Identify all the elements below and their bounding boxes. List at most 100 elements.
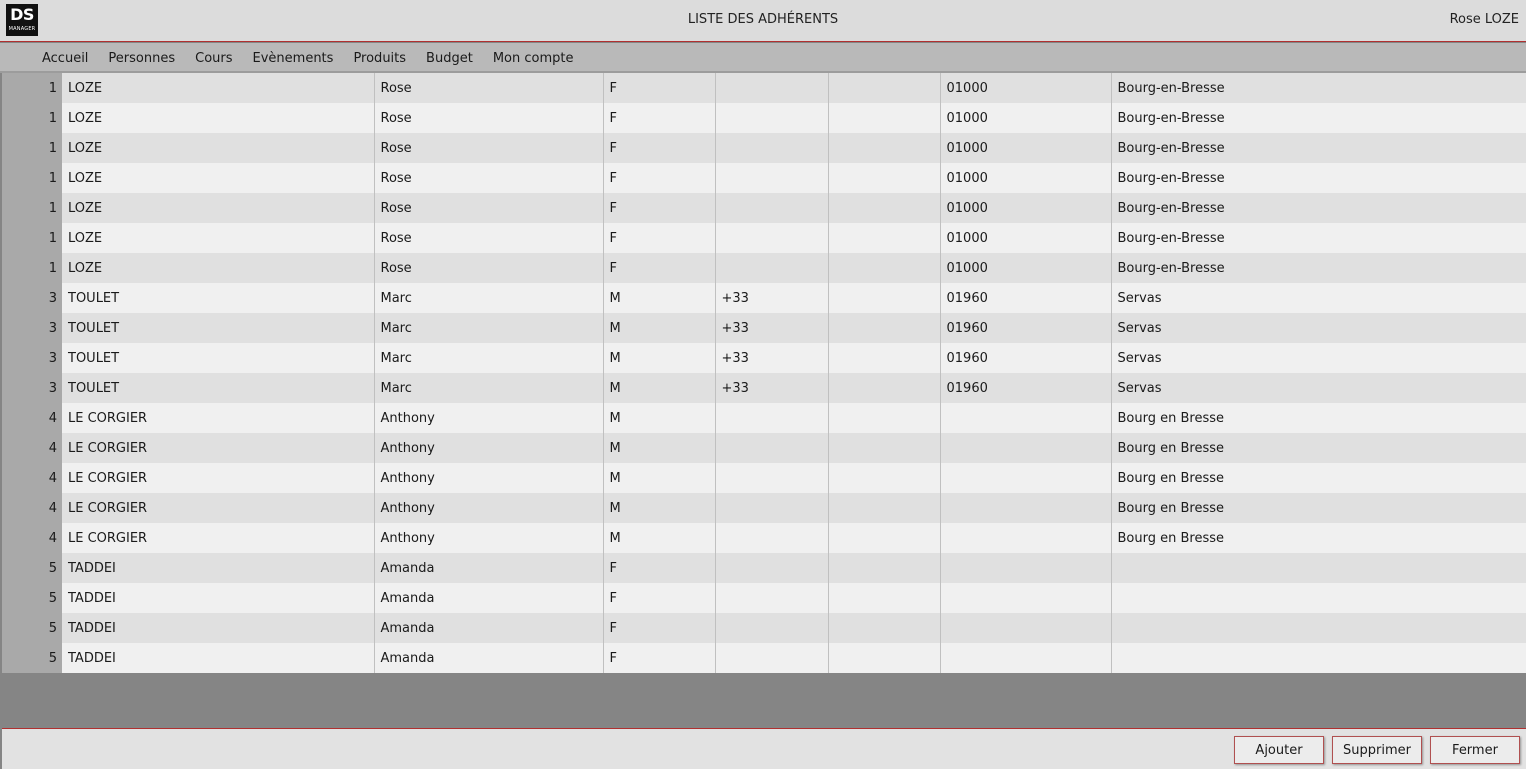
- cell-nom: LE CORGIER: [62, 493, 375, 523]
- table-row[interactable]: 4 LE CORGIER Anthony M Bourg en Bresse: [2, 523, 1526, 553]
- cell-nom: TOULET: [62, 343, 375, 373]
- table-row[interactable]: 1 LOZE Rose F 01000 Bourg-en-Bresse: [2, 163, 1526, 193]
- cell-sexe: M: [603, 403, 716, 433]
- cell-portable: [828, 163, 941, 193]
- cell-sexe: F: [603, 133, 716, 163]
- members-table: 1 LOZE Rose F 01000 Bourg-en-Bresse 1 LOZE Rose F…: [2, 73, 1526, 673]
- cell-ville: Servas: [1111, 283, 1526, 313]
- cell-nom: LOZE: [62, 253, 375, 283]
- cell-telephone: [715, 493, 829, 523]
- cell-code-postal: [940, 553, 1112, 583]
- table-row[interactable]: 5 TADDEI Amanda F: [2, 613, 1526, 643]
- cell-ville: [1111, 613, 1526, 643]
- nav-item-mon-compte[interactable]: Mon compte: [493, 51, 574, 66]
- delete-button[interactable]: Supprimer: [1332, 736, 1422, 764]
- nav-item-personnes[interactable]: Personnes: [108, 51, 175, 66]
- cell-code-postal: 01000: [940, 163, 1112, 193]
- cell-prenom: Marc: [374, 313, 604, 343]
- cell-portable: [828, 433, 941, 463]
- nav-item-evenements[interactable]: Evènements: [253, 51, 334, 66]
- cell-ville: Servas: [1111, 343, 1526, 373]
- cell-sexe: F: [603, 583, 716, 613]
- cell-prenom: Anthony: [374, 403, 604, 433]
- table-row[interactable]: 3 TOULET Marc M +33 01960 Servas: [2, 283, 1526, 313]
- cell-code-postal: 01000: [940, 133, 1112, 163]
- table-row[interactable]: 1 LOZE Rose F 01000 Bourg-en-Bresse: [2, 103, 1526, 133]
- cell-portable: [828, 103, 941, 133]
- cell-id: 4: [2, 493, 62, 523]
- cell-telephone: +33: [715, 343, 829, 373]
- table-row[interactable]: 1 LOZE Rose F 01000 Bourg-en-Bresse: [2, 223, 1526, 253]
- cell-nom: LE CORGIER: [62, 403, 375, 433]
- table-row[interactable]: 1 LOZE Rose F 01000 Bourg-en-Bresse: [2, 253, 1526, 283]
- table-row[interactable]: 3 TOULET Marc M +33 01960 Servas: [2, 313, 1526, 343]
- cell-prenom: Marc: [374, 283, 604, 313]
- cell-nom: TOULET: [62, 283, 375, 313]
- cell-prenom: Rose: [374, 253, 604, 283]
- cell-ville: [1111, 553, 1526, 583]
- cell-code-postal: 01960: [940, 313, 1112, 343]
- nav-item-accueil[interactable]: Accueil: [42, 51, 88, 66]
- cell-portable: [828, 223, 941, 253]
- cell-code-postal: 01000: [940, 73, 1112, 103]
- table-row[interactable]: 1 LOZE Rose F 01000 Bourg-en-Bresse: [2, 133, 1526, 163]
- cell-ville: Bourg-en-Bresse: [1111, 253, 1526, 283]
- cell-ville: [1111, 643, 1526, 673]
- table-row[interactable]: 1 LOZE Rose F 01000 Bourg-en-Bresse: [2, 73, 1526, 103]
- cell-sexe: F: [603, 223, 716, 253]
- cell-id: 5: [2, 583, 62, 613]
- cell-nom: LE CORGIER: [62, 433, 375, 463]
- nav-item-cours[interactable]: Cours: [195, 51, 232, 66]
- cell-code-postal: 01960: [940, 373, 1112, 403]
- cell-ville: Bourg en Bresse: [1111, 463, 1526, 493]
- cell-ville: Bourg-en-Bresse: [1111, 223, 1526, 253]
- cell-prenom: Anthony: [374, 523, 604, 553]
- cell-nom: TADDEI: [62, 643, 375, 673]
- cell-prenom: Amanda: [374, 553, 604, 583]
- cell-portable: [828, 553, 941, 583]
- table-row[interactable]: 3 TOULET Marc M +33 01960 Servas: [2, 373, 1526, 403]
- cell-code-postal: 01000: [940, 223, 1112, 253]
- add-button[interactable]: Ajouter: [1234, 736, 1324, 764]
- table-row[interactable]: 4 LE CORGIER Anthony M Bourg en Bresse: [2, 433, 1526, 463]
- cell-sexe: M: [603, 523, 716, 553]
- cell-ville: Servas: [1111, 313, 1526, 343]
- table-row[interactable]: 5 TADDEI Amanda F: [2, 553, 1526, 583]
- cell-nom: TOULET: [62, 373, 375, 403]
- members-table-body: 1 LOZE Rose F 01000 Bourg-en-Bresse 1 LOZE Rose F…: [2, 73, 1526, 673]
- nav-item-budget[interactable]: Budget: [426, 51, 473, 66]
- table-row[interactable]: 5 TADDEI Amanda F: [2, 643, 1526, 673]
- table-row[interactable]: 4 LE CORGIER Anthony M Bourg en Bresse: [2, 403, 1526, 433]
- cell-id: 1: [2, 103, 62, 133]
- cell-ville: [1111, 583, 1526, 613]
- cell-portable: [828, 193, 941, 223]
- cell-telephone: [715, 433, 829, 463]
- cell-id: 4: [2, 463, 62, 493]
- cell-telephone: [715, 403, 829, 433]
- cell-telephone: [715, 613, 829, 643]
- nav-item-produits[interactable]: Produits: [353, 51, 406, 66]
- table-row[interactable]: 4 LE CORGIER Anthony M Bourg en Bresse: [2, 493, 1526, 523]
- cell-sexe: M: [603, 463, 716, 493]
- table-row[interactable]: 4 LE CORGIER Anthony M Bourg en Bresse: [2, 463, 1526, 493]
- cell-ville: Bourg en Bresse: [1111, 433, 1526, 463]
- cell-sexe: M: [603, 343, 716, 373]
- cell-sexe: F: [603, 163, 716, 193]
- table-row[interactable]: 5 TADDEI Amanda F: [2, 583, 1526, 613]
- cell-portable: [828, 493, 941, 523]
- cell-portable: [828, 643, 941, 673]
- cell-telephone: [715, 193, 829, 223]
- close-button[interactable]: Fermer: [1430, 736, 1520, 764]
- table-row[interactable]: 1 LOZE Rose F 01000 Bourg-en-Bresse: [2, 193, 1526, 223]
- cell-ville: Bourg-en-Bresse: [1111, 193, 1526, 223]
- cell-portable: [828, 253, 941, 283]
- cell-sexe: M: [603, 433, 716, 463]
- cell-code-postal: [940, 583, 1112, 613]
- cell-sexe: F: [603, 643, 716, 673]
- cell-sexe: M: [603, 493, 716, 523]
- table-row[interactable]: 3 TOULET Marc M +33 01960 Servas: [2, 343, 1526, 373]
- cell-telephone: [715, 73, 829, 103]
- cell-prenom: Marc: [374, 343, 604, 373]
- cell-prenom: Rose: [374, 73, 604, 103]
- cell-id: 4: [2, 433, 62, 463]
